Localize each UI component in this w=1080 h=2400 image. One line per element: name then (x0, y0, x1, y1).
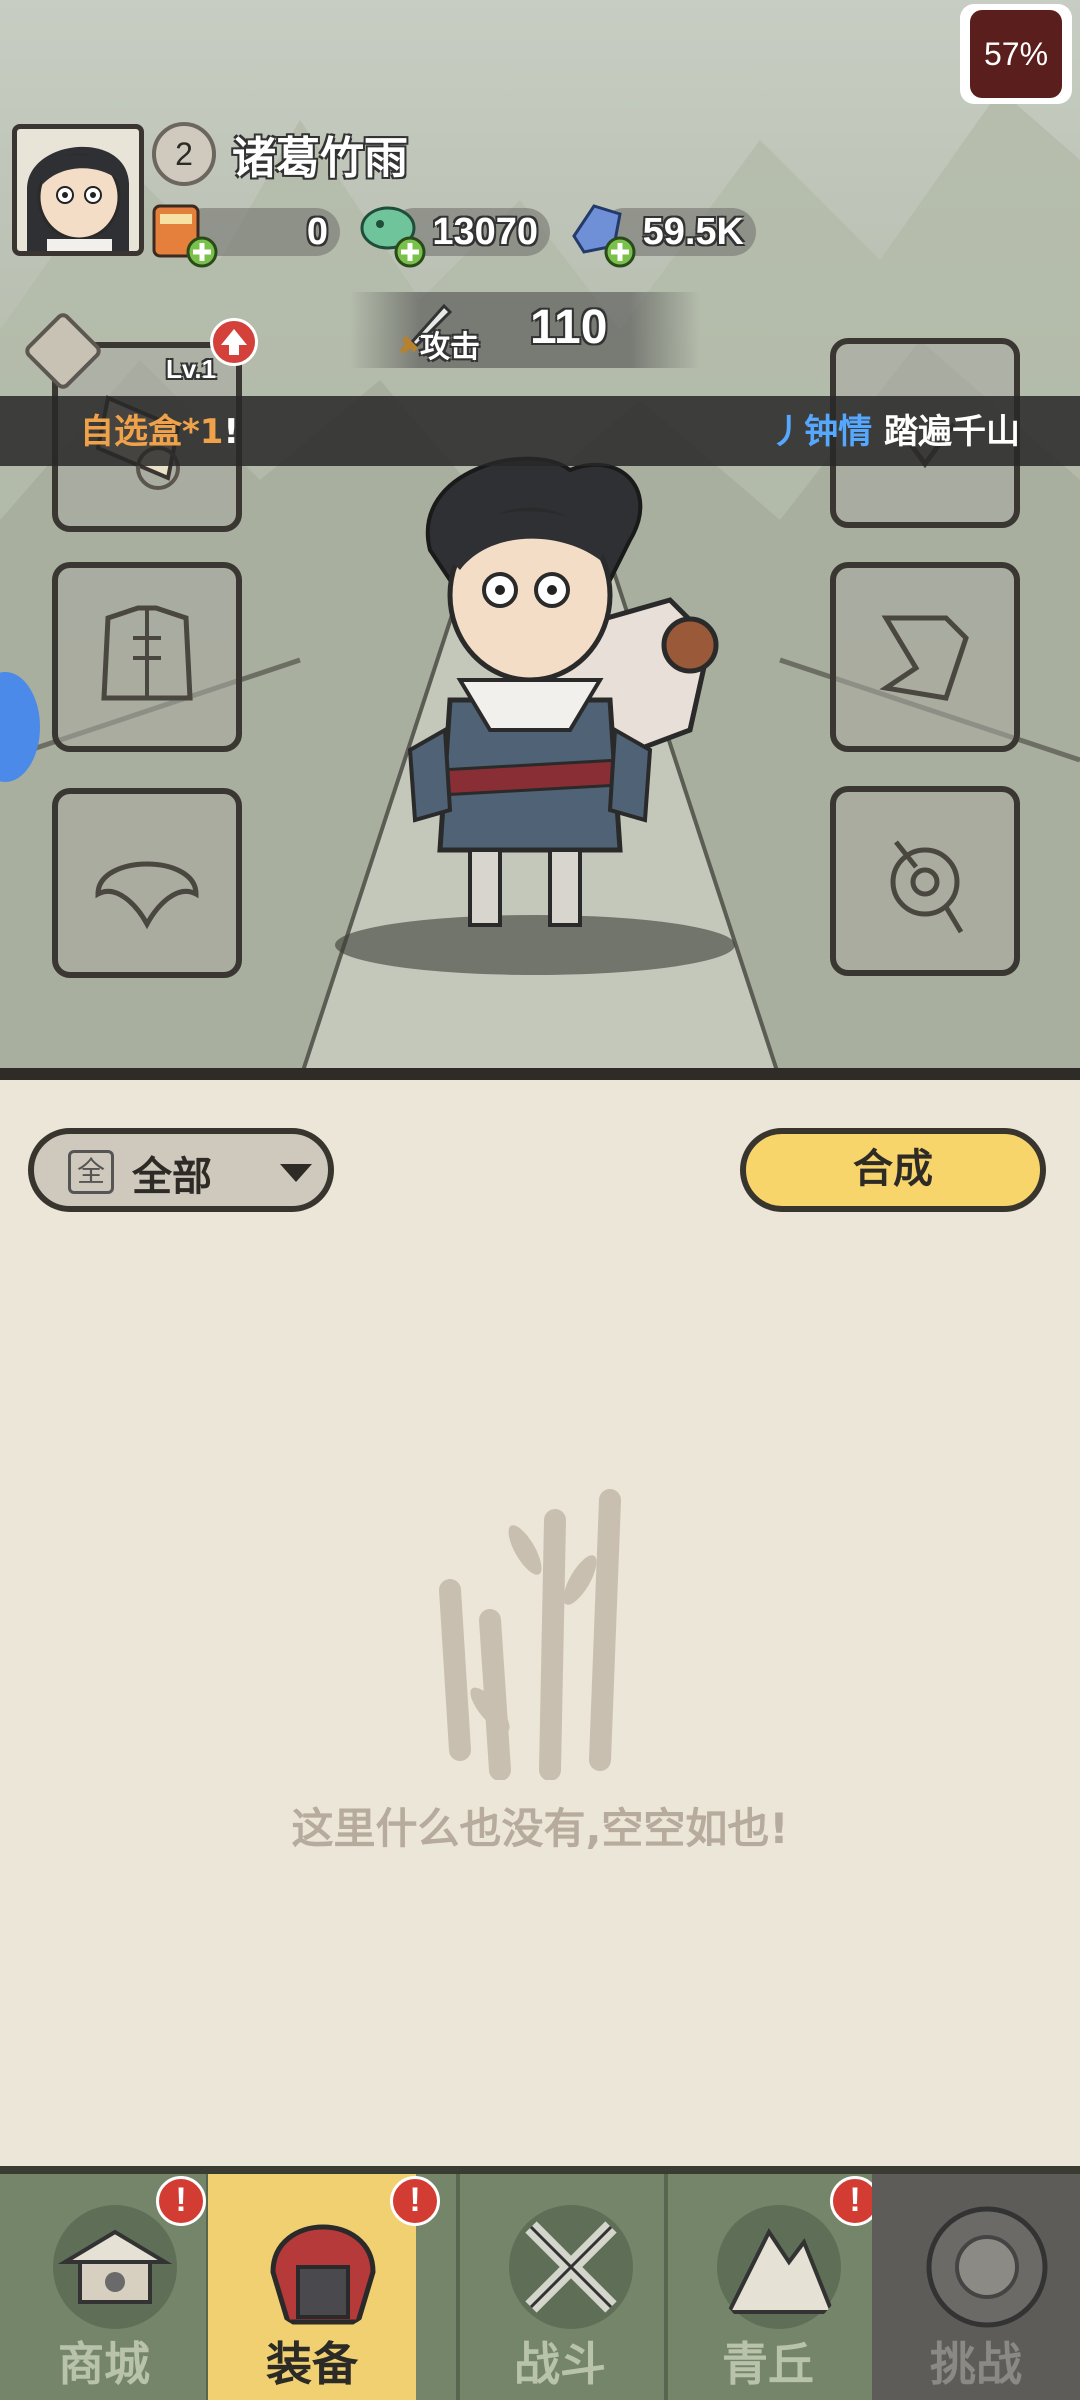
filter-all-icon: 全 (68, 1150, 114, 1194)
nav-tab-qingqiu-label: 青丘 (722, 2337, 814, 2391)
mountain-icon (717, 2205, 841, 2329)
scroll-currency-add-icon[interactable] (146, 196, 220, 270)
marquee-message: 踏遍千山 (884, 412, 1020, 452)
equipment-alert-badge: ! (390, 2176, 440, 2226)
broadcast-marquee: 自选盒*1! 丿钟情 踏遍千山 (0, 396, 1080, 466)
bamboo-icon (439, 1489, 621, 1780)
shop-alert-badge: ! (156, 2176, 206, 2226)
battery-text: 57% (970, 10, 1062, 98)
jade-currency-add-icon[interactable] (354, 196, 428, 270)
marquee-right-text: 丿钟情 踏遍千山 (770, 404, 1020, 453)
armor-icon (101, 605, 193, 701)
player-avatar[interactable] (12, 124, 144, 256)
player-level-badge: 2 (152, 122, 216, 186)
scene-divider (0, 1068, 1080, 1080)
nav-tab-equipment-label: 装备 (266, 2337, 358, 2391)
nav-tab-equipment[interactable]: 装备 (208, 2174, 416, 2400)
weapon-level-label: Lv.1 (166, 354, 217, 384)
equipment-slot-boots[interactable] (830, 562, 1020, 752)
nav-tab-shop-label: 商城 (58, 2337, 150, 2391)
equipment-slot-armor[interactable] (52, 562, 242, 752)
filter-dropdown[interactable]: 全 全部 (28, 1128, 334, 1212)
marquee-left-text: 自选盒*1! (80, 404, 239, 453)
equipment-helmet-icon (270, 2224, 376, 2325)
equipment-slot-trinket[interactable] (830, 786, 1020, 976)
nav-tab-battle-label: 战斗 (514, 2337, 606, 2391)
filter-label: 全部 (132, 1154, 212, 1200)
trinket-icon (890, 840, 964, 934)
crystal-currency-add-icon[interactable] (564, 196, 638, 270)
upgrade-arrow-icon[interactable] (210, 318, 258, 366)
marquee-exclaim: ! (223, 412, 239, 452)
marquee-reward: 自选盒*1 (80, 412, 224, 452)
avatar-portrait-icon (27, 146, 129, 251)
compose-button[interactable]: 合成 (740, 1128, 1046, 1212)
challenge-orb-icon (926, 2206, 1048, 2328)
crossed-swords-icon (509, 2205, 633, 2329)
player-name: 诸葛竹雨 (232, 133, 408, 184)
character-figure (407, 456, 719, 927)
boots-icon (879, 615, 969, 701)
equipment-slot-helmet[interactable] (52, 788, 242, 978)
empty-state-message: 这里什么也没有,空空如也! (291, 1804, 789, 1853)
nav-tab-challenge[interactable]: 挑战 (872, 2174, 1080, 2400)
battery-indicator: 57% (960, 4, 1072, 104)
marquee-player-name: 丿钟情 (770, 412, 873, 452)
nav-tab-challenge-label: 挑战 (930, 2337, 1022, 2391)
nav-tab-battle[interactable]: 战斗 (456, 2174, 664, 2400)
attack-label: 攻击 (420, 330, 480, 365)
arrow-up-icon (221, 329, 247, 355)
shop-pagoda-icon (53, 2205, 177, 2329)
attack-value: 110 (530, 301, 608, 354)
chevron-down-icon (280, 1164, 312, 1182)
helmet-icon (95, 861, 199, 930)
